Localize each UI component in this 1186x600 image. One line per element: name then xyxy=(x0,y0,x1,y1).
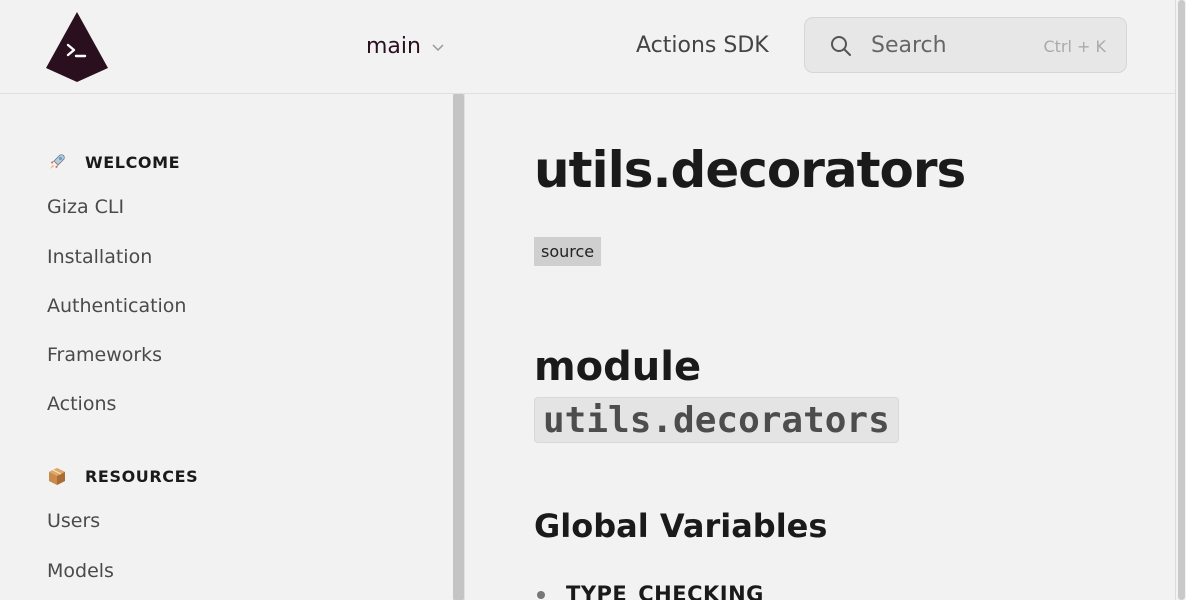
version-label: main xyxy=(366,33,421,59)
sidebar-item-actions[interactable]: Actions xyxy=(47,392,116,416)
main-content: utils.decorators source module utils.dec… xyxy=(534,94,1164,600)
search-label: Search xyxy=(871,33,947,58)
top-header: main Actions SDK Search Ctrl + K xyxy=(0,0,1175,94)
sidebar-scrollbar[interactable] xyxy=(453,94,464,600)
sidebar-section-title: WELCOME xyxy=(85,152,181,172)
global-variables-heading: Global Variables xyxy=(534,507,828,545)
sidebar-item-installation[interactable]: Installation xyxy=(47,245,152,269)
chevron-down-icon xyxy=(432,44,444,52)
search-box[interactable]: Search Ctrl + K xyxy=(804,17,1127,73)
sidebar-item-frameworks[interactable]: Frameworks xyxy=(47,343,162,367)
content-divider xyxy=(464,94,465,600)
bullet-dot xyxy=(537,591,545,599)
source-link[interactable]: source xyxy=(534,237,602,266)
search-icon xyxy=(831,36,851,56)
sidebar-section-title: RESOURCES xyxy=(85,466,199,486)
sidebar-scrollbar-thumb[interactable] xyxy=(453,94,464,600)
sidebar-item-users[interactable]: Users xyxy=(47,509,100,533)
search-shortcut: Ctrl + K xyxy=(1043,37,1106,56)
nav-link-actions-sdk[interactable]: Actions SDK xyxy=(636,31,769,61)
docs-page: main Actions SDK Search Ctrl + K WELCOME… xyxy=(0,0,1186,600)
package-icon xyxy=(49,468,65,485)
sidebar-section-resources: RESOURCES xyxy=(47,466,198,486)
page-title: utils.decorators xyxy=(534,141,966,199)
giza-logo-icon[interactable] xyxy=(46,12,108,82)
global-variable-item: TYPE_CHECKING xyxy=(566,582,764,600)
sidebar-item-authentication[interactable]: Authentication xyxy=(47,294,186,318)
sidebar-nav: WELCOME Giza CLI Installation Authentica… xyxy=(0,94,452,600)
sidebar-item-models[interactable]: Models xyxy=(47,559,114,583)
module-heading: module xyxy=(534,344,702,390)
version-selector[interactable]: main xyxy=(366,31,445,61)
module-code: utils.decorators xyxy=(534,397,899,443)
sidebar-section-welcome: WELCOME xyxy=(47,152,180,172)
rocket-icon xyxy=(50,154,65,169)
sidebar-item-giza-cli[interactable]: Giza CLI xyxy=(47,195,124,219)
page-scrollbar[interactable] xyxy=(1175,0,1186,600)
page-scrollbar-thumb[interactable] xyxy=(1178,0,1185,600)
